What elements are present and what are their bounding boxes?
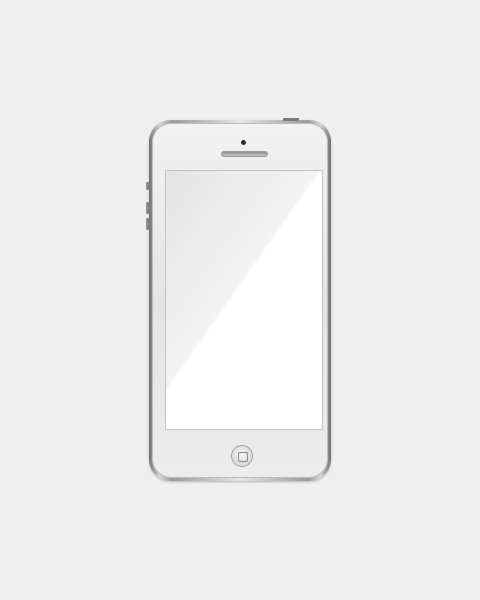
earpiece-speaker-icon <box>221 151 268 157</box>
mute-switch[interactable] <box>146 182 149 190</box>
screen-glare <box>166 171 322 429</box>
home-square-glyph <box>238 452 248 462</box>
front-camera-icon <box>241 140 246 145</box>
phone-face <box>152 123 328 478</box>
home-button-icon[interactable] <box>231 445 253 467</box>
volume-up-button[interactable] <box>146 202 149 214</box>
canvas <box>0 0 480 600</box>
volume-down-button[interactable] <box>146 218 149 230</box>
power-button[interactable] <box>283 118 299 121</box>
smartphone <box>146 118 331 481</box>
phone-screen[interactable] <box>165 170 323 430</box>
